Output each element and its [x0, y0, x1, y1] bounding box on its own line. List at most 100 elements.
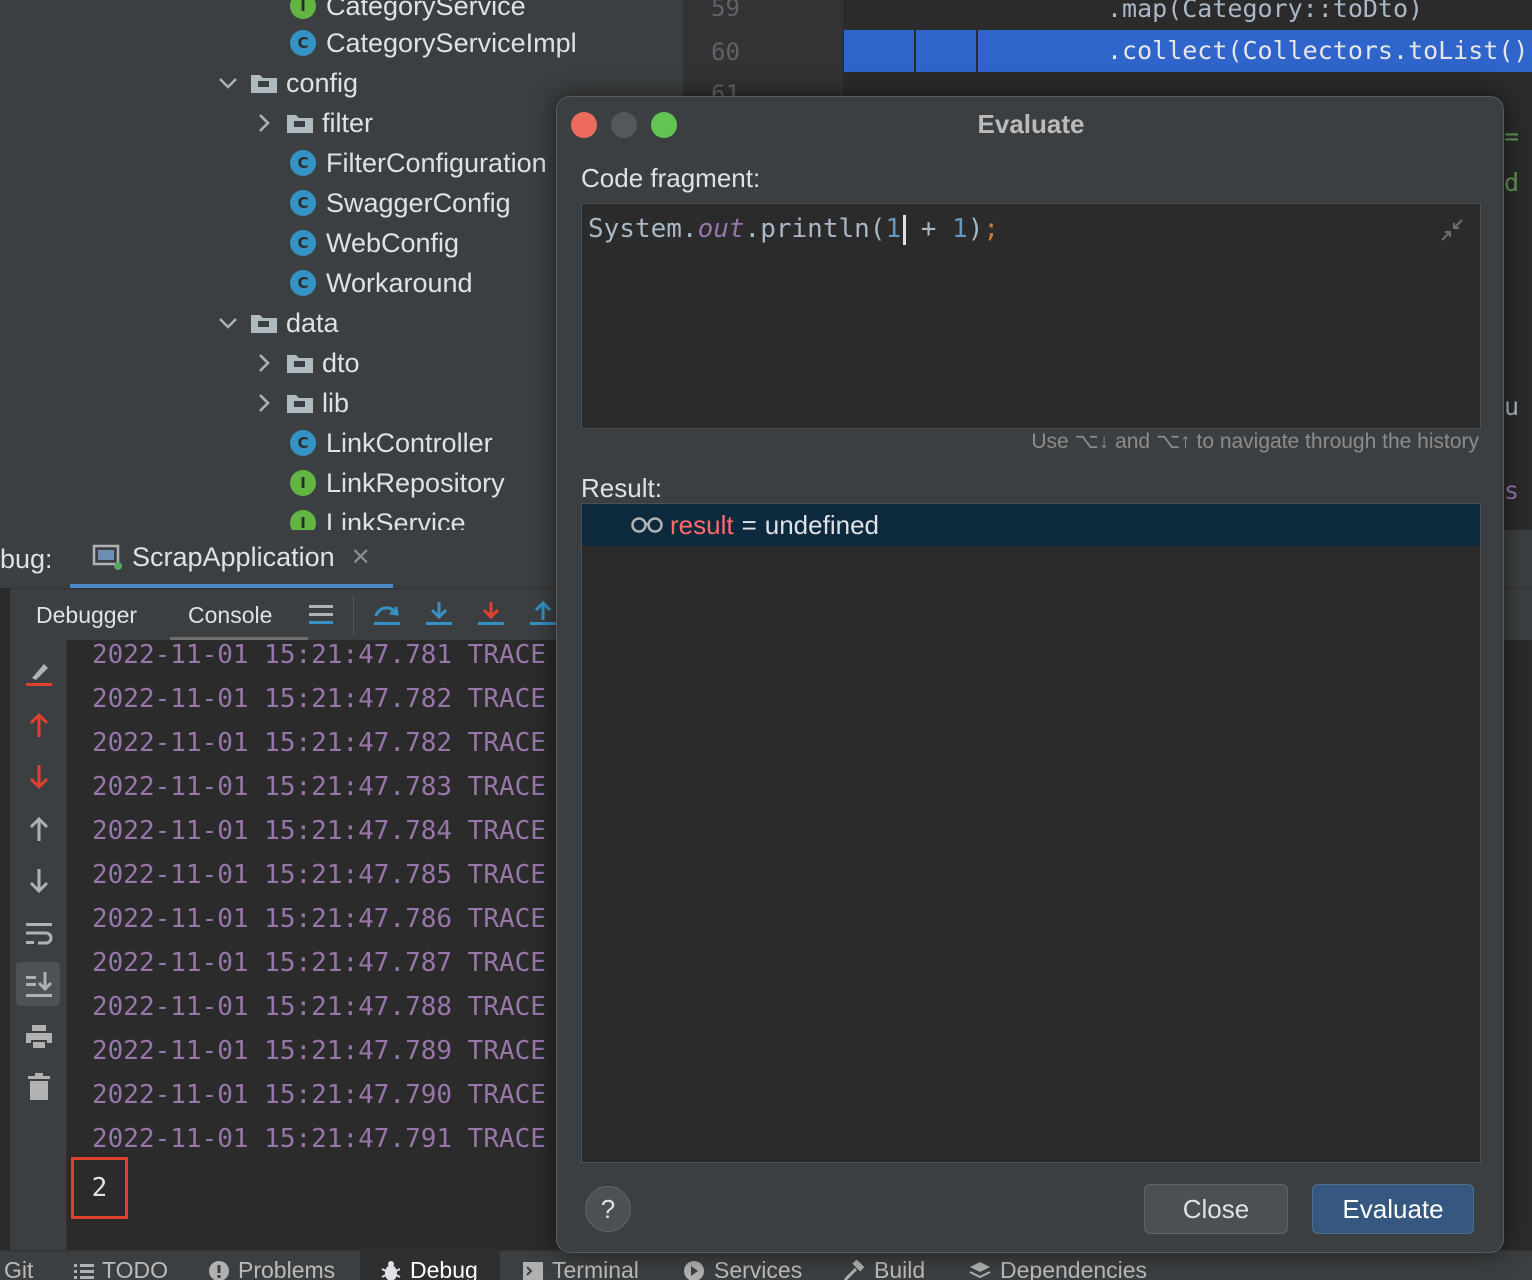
- down-red-arrow-icon[interactable]: [22, 760, 56, 794]
- step-out-icon[interactable]: [528, 599, 558, 629]
- log-line: 2022-11-01 15:21:47.781 TRACE: [92, 640, 546, 670]
- list-icon: [74, 1263, 94, 1279]
- tool-debug[interactable]: Debug: [380, 1257, 478, 1280]
- chevron-right-icon[interactable]: [252, 391, 276, 415]
- class-icon: C: [290, 270, 316, 296]
- folder-icon: [287, 115, 313, 133]
- tool-label: Debug: [410, 1257, 478, 1280]
- chevron-down-icon[interactable]: [216, 311, 240, 335]
- code-line: .collect(Collectors.toList(): [1107, 36, 1529, 65]
- tool-label: Git: [4, 1257, 34, 1280]
- console-output-value: 2: [71, 1157, 128, 1219]
- tool-terminal[interactable]: Terminal: [522, 1257, 639, 1280]
- class-icon: C: [290, 150, 316, 176]
- code-fragment: d: [1504, 168, 1520, 197]
- evaluate-dialog: Evaluate Code fragment: System.out.print…: [556, 96, 1504, 1253]
- tool-label: Problems: [238, 1257, 336, 1280]
- log-line: 2022-11-01 15:21:47.788 TRACE: [92, 992, 546, 1022]
- clear-edit-icon[interactable]: [22, 656, 56, 690]
- tree-item-linkrepository[interactable]: I LinkRepository: [290, 463, 505, 503]
- code-fragment: u: [1504, 392, 1520, 421]
- tree-item-lib[interactable]: lib: [252, 383, 349, 423]
- folder-icon: [251, 75, 277, 93]
- tool-label: Build: [874, 1257, 926, 1280]
- tree-item-label: CategoryServiceImpl: [326, 27, 577, 58]
- code-fragment: =: [1504, 122, 1520, 151]
- problems-icon: [209, 1260, 229, 1280]
- log-line: 2022-11-01 15:21:47.783 TRACE: [92, 772, 546, 802]
- frames-menu-icon[interactable]: [306, 599, 336, 629]
- tree-item-filter[interactable]: filter: [252, 103, 373, 143]
- down-arrow-icon[interactable]: [22, 864, 56, 898]
- tool-services[interactable]: Services: [682, 1257, 802, 1280]
- code-line: .map(Category::toDto): [1107, 0, 1424, 23]
- tree-item-config[interactable]: config: [216, 63, 358, 103]
- tree-item-label: LinkRepository: [326, 467, 505, 498]
- result-equals: =: [741, 509, 757, 540]
- tree-item-dto[interactable]: dto: [252, 343, 360, 383]
- tree-item-filterconfiguration[interactable]: C FilterConfiguration: [290, 143, 547, 183]
- close-icon[interactable]: ✕: [351, 543, 371, 572]
- collapse-icon[interactable]: [1438, 216, 1466, 244]
- log-line: 2022-11-01 15:21:47.784 TRACE: [92, 816, 546, 846]
- tree-item-label: CategoryService: [326, 0, 526, 21]
- terminal-icon: [523, 1261, 543, 1280]
- code-fragment-editor[interactable]: System.out.println(1 + 1);: [581, 203, 1481, 429]
- tool-git[interactable]: Git: [4, 1257, 33, 1280]
- close-button[interactable]: Close: [1144, 1184, 1288, 1234]
- chevron-right-icon[interactable]: [252, 351, 276, 375]
- class-icon: C: [290, 430, 316, 456]
- class-icon: C: [290, 30, 316, 56]
- tree-item-swaggerconfig[interactable]: C SwaggerConfig: [290, 183, 511, 223]
- tree-item-label: config: [286, 67, 359, 98]
- line-gutter: 59 60 61: [683, 0, 843, 108]
- log-line: 2022-11-01 15:21:47.789 TRACE: [92, 1036, 546, 1066]
- folder-icon: [287, 395, 313, 413]
- chevron-down-icon[interactable]: [216, 71, 240, 95]
- tree-item-label: LinkController: [326, 427, 493, 458]
- print-icon[interactable]: [22, 1020, 56, 1054]
- chevron-right-icon[interactable]: [252, 111, 276, 135]
- tree-item-label: SwaggerConfig: [326, 187, 511, 218]
- tree-item-label: dto: [322, 347, 360, 378]
- line-number: 59: [711, 0, 740, 22]
- result-tree[interactable]: result = undefined: [581, 503, 1481, 1163]
- step-into-icon[interactable]: [424, 599, 454, 629]
- result-row[interactable]: result = undefined: [582, 504, 1480, 546]
- scroll-to-end-icon[interactable]: [22, 967, 56, 1001]
- tab-debugger[interactable]: Debugger: [36, 589, 137, 641]
- dialog-title: Evaluate: [977, 109, 1085, 139]
- force-step-into-icon[interactable]: [476, 599, 506, 629]
- line-number: 60: [711, 38, 740, 66]
- tree-item-data[interactable]: data: [216, 303, 339, 343]
- application-icon: [92, 544, 122, 570]
- log-line: 2022-11-01 15:21:47.790 TRACE: [92, 1080, 546, 1110]
- tree-item-categoryserviceimpl[interactable]: C CategoryServiceImpl: [290, 23, 577, 63]
- bottom-tool-bar: Git TODO Problems Debug Terminal Service…: [0, 1250, 1532, 1280]
- tab-console[interactable]: Console: [188, 589, 272, 641]
- debug-label: bug:: [0, 544, 53, 574]
- folder-icon: [251, 315, 277, 333]
- class-icon: C: [290, 190, 316, 216]
- tool-build[interactable]: Build: [842, 1257, 925, 1280]
- tree-item-linkcontroller[interactable]: C LinkController: [290, 423, 493, 463]
- tool-problems[interactable]: Problems: [208, 1257, 335, 1280]
- tree-item-label: filter: [322, 107, 374, 138]
- tool-todo[interactable]: TODO: [74, 1257, 168, 1280]
- tree-item-webconfig[interactable]: C WebConfig: [290, 223, 459, 263]
- up-arrow-icon[interactable]: [22, 812, 56, 846]
- tab-scrapapplication[interactable]: ScrapApplication ✕: [70, 530, 393, 588]
- tree-item-workaround[interactable]: C Workaround: [290, 263, 473, 303]
- tree-item-label: data: [286, 307, 339, 338]
- tool-dependencies[interactable]: Dependencies: [968, 1257, 1147, 1280]
- folder-icon: [287, 355, 313, 373]
- services-icon: [684, 1260, 704, 1280]
- up-red-arrow-icon[interactable]: [22, 708, 56, 742]
- evaluate-button[interactable]: Evaluate: [1312, 1184, 1474, 1234]
- trash-icon[interactable]: [22, 1070, 56, 1104]
- tree-item-linkservice[interactable]: I LinkService: [290, 503, 466, 530]
- soft-wrap-icon[interactable]: [22, 916, 56, 950]
- step-over-icon[interactable]: [372, 599, 402, 629]
- help-button[interactable]: ?: [585, 1186, 631, 1232]
- interface-icon: I: [290, 0, 316, 19]
